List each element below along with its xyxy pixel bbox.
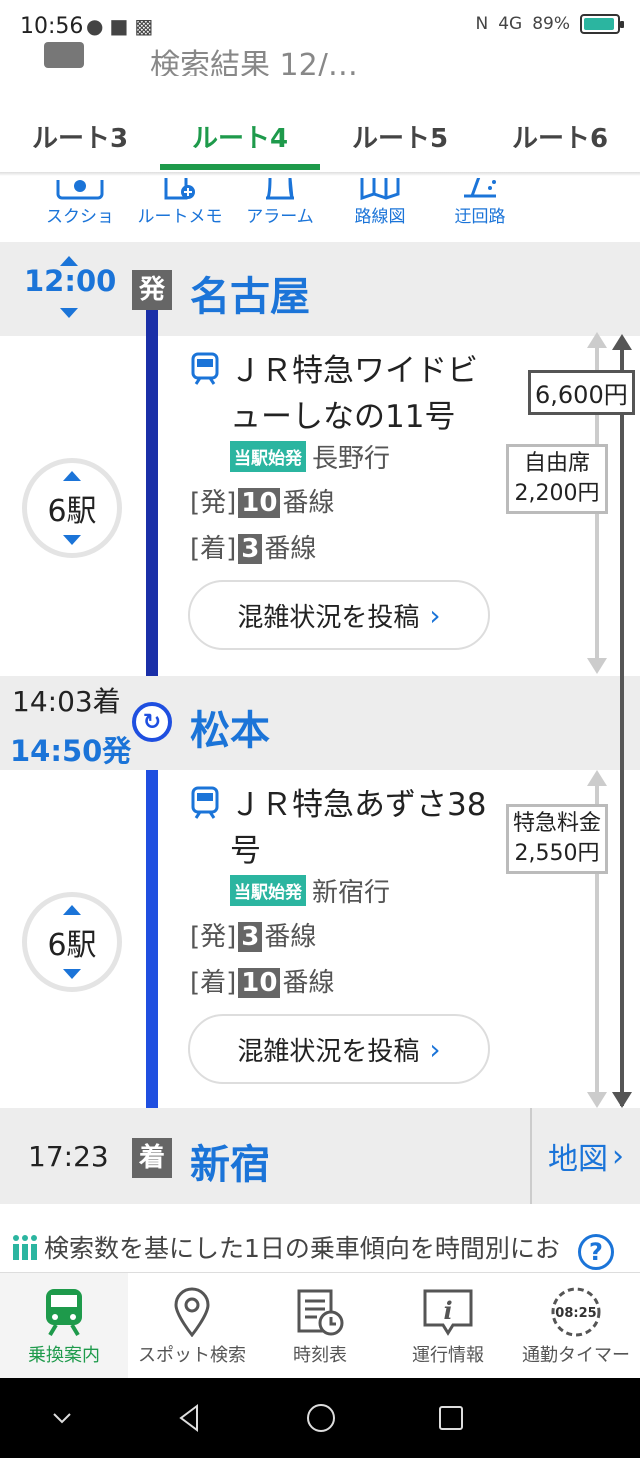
arrival-platform-leg1: [着] 3 番線	[190, 534, 317, 564]
status-icons: N 4G 89%	[475, 14, 624, 34]
memo-add-icon	[130, 172, 230, 202]
tool-label: 路線図	[354, 207, 406, 227]
origin-info-leg2: 当駅始発 新宿行	[230, 872, 390, 909]
route-map-button[interactable]: 路線図	[330, 172, 430, 227]
system-navigation-bar	[0, 1378, 640, 1458]
timer-icon: 08:25	[512, 1283, 640, 1341]
route-tabs: ルート3 ルート4 ルート5 ルート6	[0, 92, 640, 172]
time-down-icon	[60, 308, 78, 318]
origin-badge: 当駅始発	[230, 441, 306, 472]
chevron-right-icon: ›	[429, 598, 441, 632]
header-peek: 検索結果 12/…	[0, 36, 640, 76]
train-name-leg2[interactable]: ＪＲ特急あずさ38号	[230, 782, 496, 874]
tab-route-6[interactable]: ルート6	[480, 92, 640, 172]
recents-icon[interactable]	[437, 1404, 465, 1432]
tool-label: 迂回路	[454, 207, 506, 227]
transfer-depart-time: 14:50発	[10, 734, 132, 768]
tab-route-3[interactable]: ルート3	[0, 92, 160, 172]
tool-row: スクショ ルートメモ アラーム 路線図 迂回路	[0, 172, 520, 238]
destination-label: 新宿行	[312, 878, 391, 908]
fare-bracket-total	[620, 340, 624, 1106]
tool-label: アラーム	[246, 207, 314, 227]
tool-label: ルートメモ	[137, 207, 223, 227]
stops-count-leg2[interactable]: 6駅	[22, 892, 122, 992]
info-icon: i	[384, 1283, 512, 1341]
location-pin-icon	[128, 1283, 256, 1341]
nav-service-info[interactable]: i 運行情報	[384, 1273, 512, 1378]
train-icon[interactable]	[44, 42, 84, 68]
chevron-right-icon: ›	[429, 1032, 441, 1066]
nav-transfer-guide[interactable]: 乗換案内	[0, 1273, 128, 1378]
battery-percent: 89%	[532, 14, 570, 34]
bracket-arrow-down	[587, 1092, 607, 1108]
back-icon[interactable]	[175, 1403, 205, 1433]
map-book-icon	[330, 172, 430, 202]
nav-commute-timer[interactable]: 08:25 通勤タイマー	[512, 1273, 640, 1378]
nfc-icon: N	[475, 14, 489, 34]
notification-icons: ●■▩	[86, 14, 160, 38]
seat-fare-box[interactable]: 自由席 2,200円	[506, 444, 608, 514]
origin-time: 12:00	[24, 256, 116, 318]
map-button[interactable]: 地図 ›	[530, 1108, 640, 1204]
train-name-leg1[interactable]: ＪＲ特急ワイドビューしなの11号	[230, 348, 490, 440]
page-title: 検索結果 12/…	[150, 48, 358, 76]
tool-label: スクショ	[46, 207, 114, 227]
signal-icon: 4G	[498, 14, 523, 34]
camera-icon	[30, 172, 130, 202]
time-up-icon	[60, 256, 78, 266]
arrival-badge: 着	[132, 1138, 172, 1178]
train-icon	[190, 352, 220, 390]
stops-count-leg1[interactable]: 6駅	[22, 458, 122, 558]
bar-chart-icon	[12, 1234, 38, 1260]
bottom-navigation: 乗換案内 スポット検索 時刻表 i 運行情報 08:25 通勤タイマー	[0, 1272, 640, 1378]
arrival-platform-leg2: [着] 10 番線	[190, 968, 335, 998]
track-leg1	[146, 310, 158, 722]
track-leg2	[146, 722, 158, 1138]
detour-button[interactable]: 迂回路	[430, 172, 530, 227]
departure-platform-leg2: [発] 3 番線	[190, 922, 317, 952]
origin-station-name[interactable]: 名古屋	[190, 264, 310, 322]
chevron-down-icon[interactable]	[50, 1406, 74, 1430]
train-icon	[0, 1283, 128, 1341]
app-root: 10:56 ●■▩ N 4G 89% 検索結果 12/… ルート3 ルート4 ル…	[0, 0, 640, 1458]
help-icon[interactable]: ?	[578, 1234, 614, 1270]
bracket-arrow-down	[612, 1092, 632, 1108]
bracket-arrow-down	[587, 658, 607, 674]
tab-route-5[interactable]: ルート5	[320, 92, 480, 172]
bracket-arrow-up	[587, 770, 607, 786]
post-congestion-button-leg1[interactable]: 混雑状況を投稿 ›	[188, 580, 490, 650]
svg-text:08:25: 08:25	[555, 1306, 596, 1321]
chevron-right-icon: ›	[612, 1138, 624, 1174]
svg-text:i: i	[443, 1296, 452, 1325]
express-fare-box[interactable]: 特急料金 2,550円	[506, 804, 608, 874]
transfer-icon: ↻	[132, 702, 172, 742]
tab-route-4[interactable]: ルート4	[160, 92, 320, 172]
detour-icon	[430, 172, 530, 202]
bracket-arrow-up	[612, 334, 632, 350]
nav-spot-search[interactable]: スポット検索	[128, 1273, 256, 1378]
bell-icon	[230, 172, 330, 202]
origin-info-leg1: 当駅始発 長野行	[230, 438, 390, 475]
timetable-icon	[256, 1283, 384, 1341]
route-memo-button[interactable]: ルートメモ	[130, 172, 230, 227]
departure-platform-leg1: [発] 10 番線	[190, 488, 335, 518]
destination-time: 17:23	[28, 1140, 109, 1173]
destination-station-name[interactable]: 新宿	[190, 1132, 270, 1190]
bracket-arrow-up	[587, 332, 607, 348]
train-icon	[190, 786, 220, 824]
transfer-station-name[interactable]: 松本	[190, 698, 270, 756]
departure-badge: 発	[132, 270, 172, 310]
transfer-arrive-time: 14:03着	[12, 685, 121, 718]
screenshot-button[interactable]: スクショ	[30, 172, 130, 227]
nav-timetable[interactable]: 時刻表	[256, 1273, 384, 1378]
destination-label: 長野行	[312, 444, 391, 474]
battery-icon	[580, 14, 624, 34]
alarm-button[interactable]: アラーム	[230, 172, 330, 227]
post-congestion-button-leg2[interactable]: 混雑状況を投稿 ›	[188, 1014, 490, 1084]
home-icon[interactable]	[305, 1402, 337, 1434]
origin-badge: 当駅始発	[230, 875, 306, 906]
total-fare[interactable]: 6,600円	[528, 370, 635, 415]
